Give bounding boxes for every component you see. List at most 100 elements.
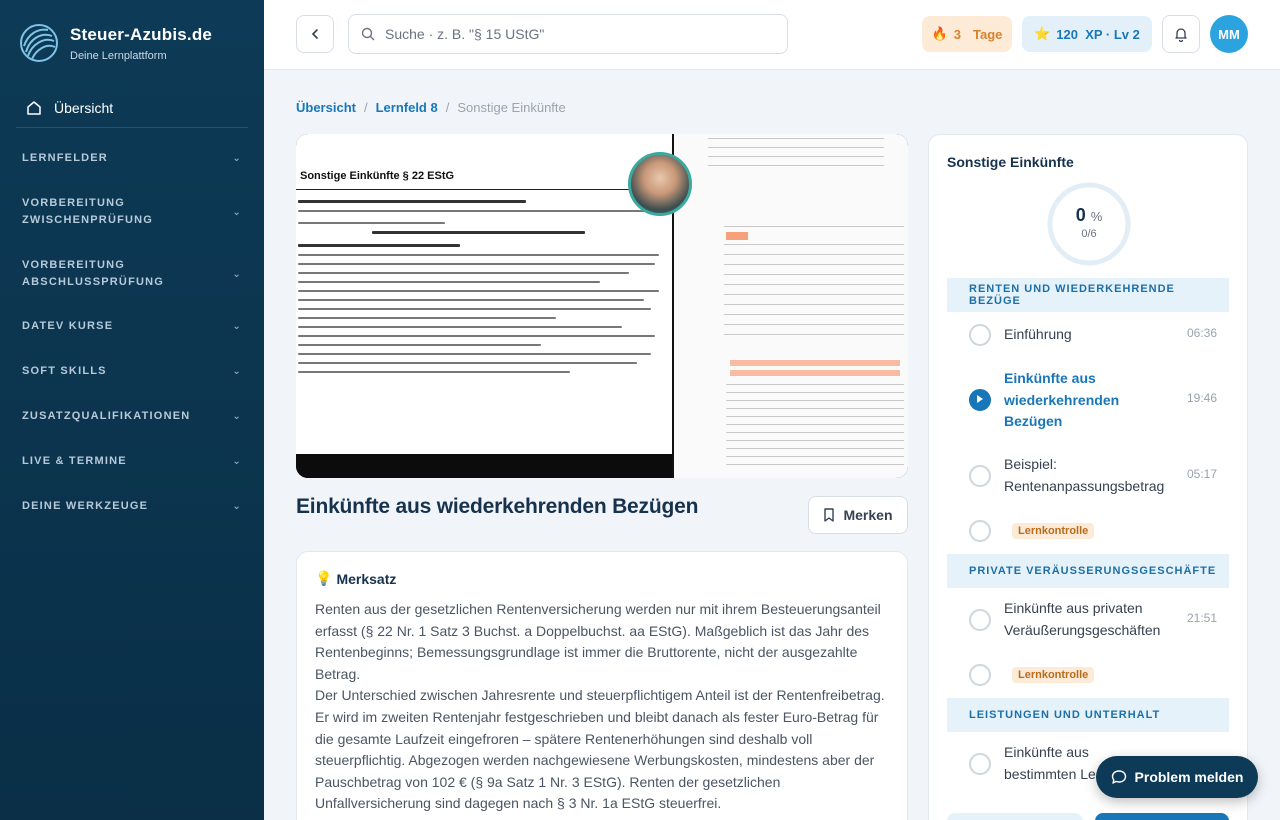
lesson-label: Einkünfte aus wiederkehrenden Bezügen (1004, 370, 1120, 429)
search-icon (361, 27, 375, 41)
back-button[interactable] (296, 15, 334, 53)
quiz-item[interactable]: Lernkontrolle (947, 519, 1229, 543)
notifications-button[interactable] (1162, 15, 1200, 53)
progress-count: 0/6 (1081, 228, 1097, 240)
star-icon: ⭐ (1034, 26, 1051, 41)
breadcrumb-separator: / (445, 100, 450, 115)
sidebar-section-label: ZUSATZQUALIFIKATIONEN (22, 410, 191, 422)
lesson-item[interactable]: Einkünfte aus privaten Veräußerungsgesch… (947, 597, 1229, 643)
outline-section-heading[interactable]: PRIVATE VERÄUSSERUNGSGESCHÄFTE (947, 554, 1229, 588)
quiz-item[interactable]: Lernkontrolle (947, 663, 1229, 687)
video-player[interactable]: Sonstige Einkünfte § 22 EStG (296, 134, 908, 478)
presenter-avatar (628, 152, 692, 216)
chevron-left-icon (311, 29, 318, 39)
streak-unit: Tage (973, 26, 1003, 42)
chevron-down-icon: ⌄ (232, 321, 242, 332)
bookmark-button[interactable]: Merken (808, 496, 908, 534)
breadcrumb-link-lernfeld[interactable]: Lernfeld 8 (376, 100, 438, 115)
sidebar-section-datev[interactable]: DATEV KURSE ⌄ (22, 318, 242, 335)
divider (296, 189, 668, 190)
merksatz-heading: 💡 Merksatz (315, 570, 889, 587)
search-box[interactable] (348, 14, 788, 54)
lesson-item-active[interactable]: Einkünfte aus wiederkehrenden Bezügen 19… (947, 367, 1229, 433)
chevron-down-icon: ⌄ (232, 153, 242, 164)
sidebar-section-zwischenpruefung[interactable]: VORBEREITUNG ZWISCHENPRÜFUNG ⌄ (22, 195, 242, 229)
outline-section-heading[interactable]: LEISTUNGEN UND UNTERHALT (947, 698, 1229, 732)
lesson-status-radio (969, 520, 991, 542)
lesson-title: Einkünfte aus wiederkehrenden Bezügen (296, 495, 699, 518)
breadcrumb-separator: / (363, 100, 368, 115)
lesson-duration: 06:36 (1186, 326, 1217, 340)
sidebar: Steuer-Azubis.de Deine Lernplattform Übe… (0, 0, 264, 820)
report-problem-button[interactable]: Problem melden (1096, 756, 1258, 798)
lesson-duration: 05:17 (1186, 467, 1217, 481)
lesson-item[interactable]: Beispiel: Rentenanpassungsbetrag 05:17 (947, 453, 1229, 499)
lightbulb-icon: 💡 (315, 570, 333, 586)
sidebar-section-lernfelder[interactable]: LERNFELDER ⌄ (22, 150, 242, 167)
bookmark-label: Merken (843, 507, 893, 523)
sidebar-section-label: LERNFELDER (22, 152, 108, 164)
sidebar-section-live-termine[interactable]: LIVE & TERMINE ⌄ (22, 453, 242, 470)
chat-bubble-icon (1111, 770, 1126, 784)
lesson-status-radio (969, 753, 991, 775)
sidebar-section-abschlusspruefung[interactable]: VORBEREITUNG ABSCHLUSSPRÜFUNG ⌄ (22, 257, 242, 291)
lesson-status-radio (969, 324, 991, 346)
video-document-right (674, 134, 908, 478)
brand[interactable]: Steuer-Azubis.de Deine Lernplattform (20, 24, 212, 62)
bell-icon (1175, 28, 1187, 42)
quiz-badge: Lernkontrolle (1012, 523, 1095, 539)
sidebar-section-label: LIVE & TERMINE (22, 455, 127, 467)
chevron-down-icon: ⌄ (232, 456, 242, 467)
video-bottom-bar (296, 454, 672, 478)
lesson-label: Beispiel: Rentenanpassungsbetrag (1004, 456, 1165, 494)
lesson-label: Einführung (1004, 326, 1072, 342)
lesson-duration: 21:51 (1186, 611, 1217, 625)
lesson-label: Einkünfte aus privaten Veräußerungsgesch… (1004, 600, 1161, 638)
quiz-badge: Lernkontrolle (1012, 667, 1095, 683)
video-doc-text (298, 200, 666, 380)
brand-title: Steuer-Azubis.de (70, 24, 213, 44)
chevron-down-icon: ⌄ (232, 366, 242, 377)
sidebar-section-label: DATEV KURSE (22, 320, 114, 332)
xp-label: 120 XP · Lv 2 (1056, 26, 1140, 42)
chevron-down-icon: ⌄ (232, 206, 242, 218)
search-input[interactable] (385, 26, 765, 42)
play-icon (969, 389, 991, 411)
streak-value: 3 (953, 26, 962, 42)
previous-lesson-button[interactable] (947, 813, 1083, 820)
sidebar-section-label: SOFT SKILLS (22, 365, 107, 377)
video-doc-title: Sonstige Einkünfte § 22 EStG (300, 170, 455, 182)
sidebar-section-werkzeuge[interactable]: DEINE WERKZEUGE ⌄ (22, 498, 242, 515)
progress-unit: % (1090, 209, 1103, 224)
topbar: 🔥 3 Tage ⭐ 120 XP · Lv 2 MM (264, 0, 1280, 70)
merksatz-paragraph: Der Unterschied zwischen Jahresrente und… (315, 687, 885, 812)
sidebar-section-label: VORBEREITUNG ABSCHLUSSPRÜFUNG (22, 259, 165, 288)
brand-subtitle: Deine Lernplattform (70, 49, 167, 62)
next-lesson-button[interactable] (1095, 813, 1229, 820)
merksatz-title: Merksatz (336, 570, 397, 587)
avatar[interactable]: MM (1210, 15, 1248, 53)
merksatz-paragraph: Renten aus der gesetzlichen Rentenversic… (315, 601, 881, 682)
course-outline-panel: Sonstige Einkünfte 0 % 0/6 RENTEN UND WI… (928, 134, 1248, 820)
outline-section-heading[interactable]: RENTEN UND WIEDERKEHRENDE BEZÜGE (947, 278, 1229, 312)
xp-badge[interactable]: ⭐ 120 XP · Lv 2 (1022, 16, 1152, 52)
bookmark-icon (824, 508, 835, 522)
sidebar-item-label: Übersicht (54, 99, 114, 116)
lesson-status-radio (969, 465, 991, 487)
flame-icon: 🔥 (931, 26, 948, 41)
progress-percent: 0 (1075, 205, 1086, 225)
lesson-item[interactable]: Einführung 06:36 (947, 320, 1229, 350)
sidebar-section-soft-skills[interactable]: SOFT SKILLS ⌄ (22, 363, 242, 380)
streak-badge[interactable]: 🔥 3 Tage (922, 16, 1012, 52)
video-document-left: Sonstige Einkünfte § 22 EStG (296, 134, 672, 454)
sidebar-item-overview[interactable]: Übersicht (16, 88, 248, 128)
breadcrumb-link-overview[interactable]: Übersicht (296, 100, 356, 115)
chevron-down-icon: ⌄ (232, 411, 242, 422)
lesson-duration: 19:46 (1186, 391, 1217, 405)
panel-title: Sonstige Einkünfte (947, 154, 1074, 170)
chevron-down-icon: ⌄ (232, 501, 242, 512)
brand-logo-icon (20, 24, 58, 62)
sidebar-section-zusatzqualifikationen[interactable]: ZUSATZQUALIFIKATIONEN ⌄ (22, 408, 242, 425)
progress-display: 0 % 0/6 (1046, 205, 1132, 240)
lesson-status-radio (969, 609, 991, 631)
